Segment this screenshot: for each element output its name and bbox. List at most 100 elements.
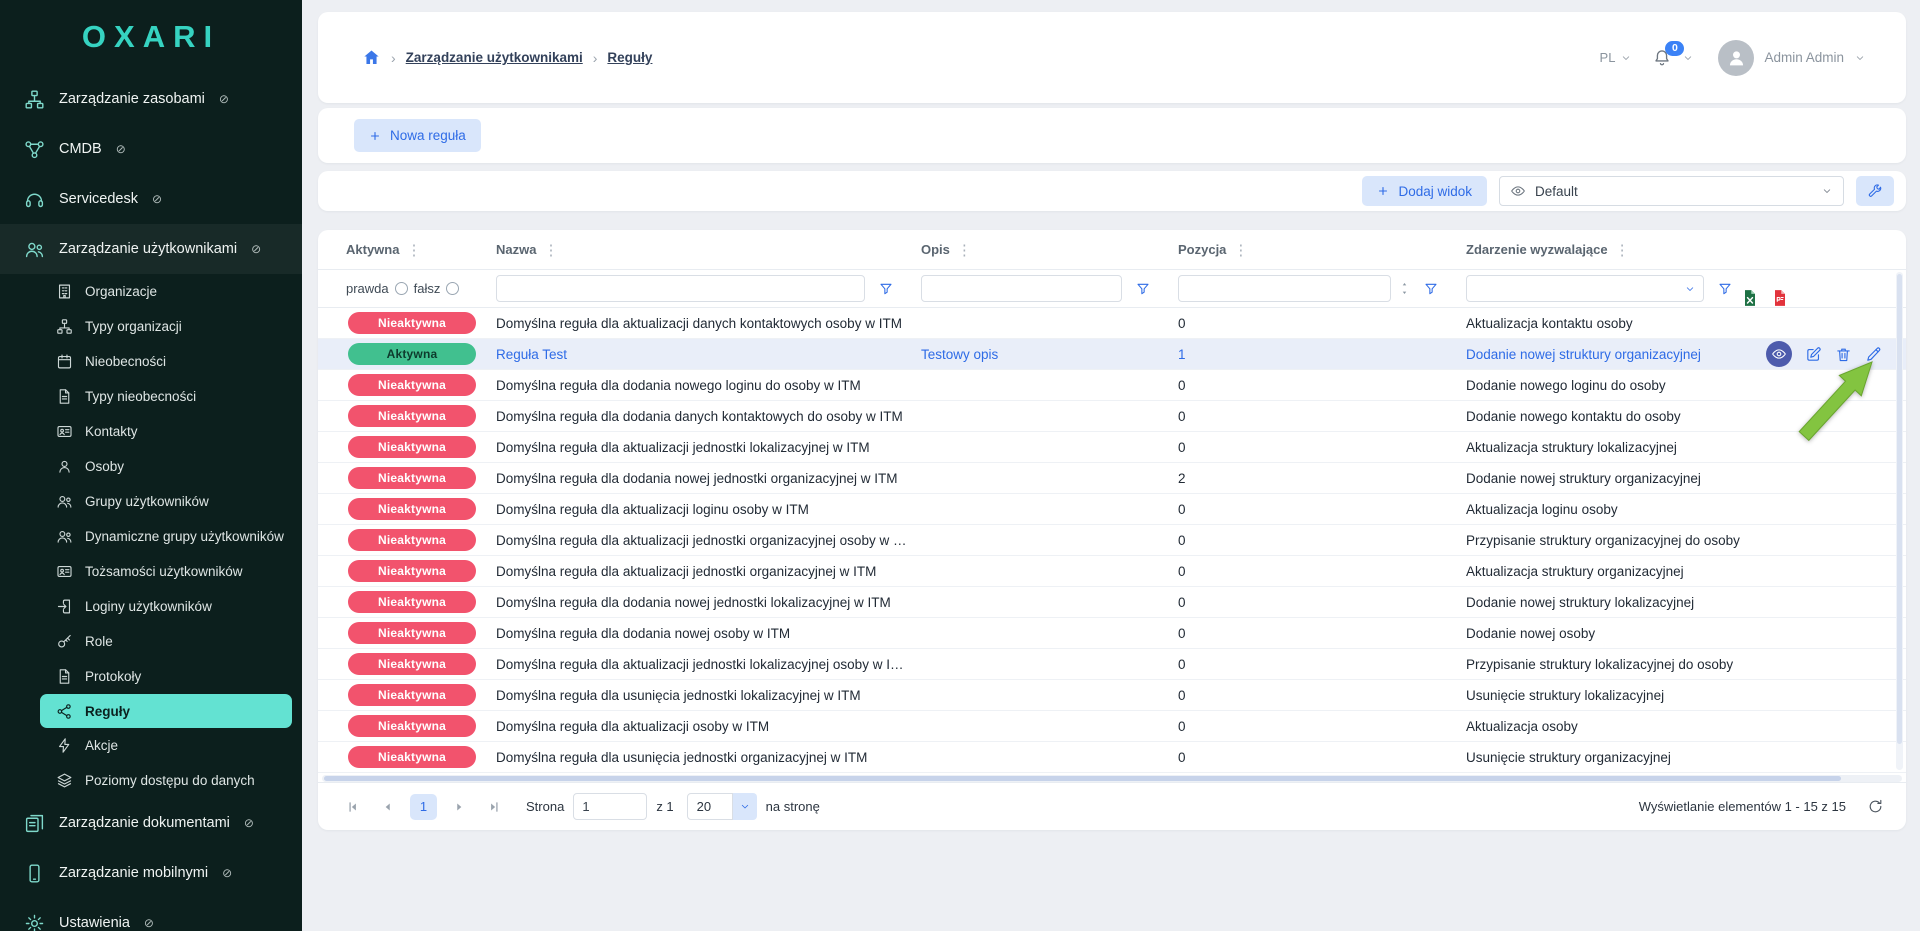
sidebar-item-zarzadzanie-mobilnymi[interactable]: Zarządzanie mobilnymi⊘: [0, 848, 302, 898]
preview-button[interactable]: [1766, 341, 1792, 367]
view-selector[interactable]: Default: [1499, 176, 1844, 206]
sidebar-item-cmdb[interactable]: CMDB⊘: [0, 124, 302, 174]
table-row[interactable]: NieaktywnaDomyślna reguła dla aktualizac…: [318, 556, 1906, 587]
table-row[interactable]: NieaktywnaDomyślna reguła dla usunięcia …: [318, 680, 1906, 711]
avatar[interactable]: [1718, 40, 1754, 76]
sidebar-subitem-nieobecnosci[interactable]: Nieobecności: [0, 344, 302, 379]
filter-input-pozycja[interactable]: [1178, 275, 1391, 302]
cell-trigger: Aktualizacja osoby: [1466, 719, 1886, 734]
rules-table-card: Aktywna⋮Nazwa⋮Opis⋮Pozycja⋮Zdarzenie wyz…: [318, 230, 1906, 830]
sidebar-subitem-typy-organizacji[interactable]: Typy organizacji: [0, 309, 302, 344]
new-rule-button[interactable]: Nowa reguła: [354, 119, 481, 152]
refresh-button[interactable]: [1867, 798, 1884, 815]
vertical-scrollbar[interactable]: [1896, 272, 1903, 770]
export-pdf-button[interactable]: [1770, 286, 1790, 310]
chevron-down-icon: [1684, 283, 1696, 295]
table-row[interactable]: NieaktywnaDomyślna reguła dla aktualizac…: [318, 711, 1906, 742]
home-icon[interactable]: [362, 48, 381, 67]
column-menu-icon[interactable]: ⋮: [1615, 241, 1630, 259]
sidebar-subitem-tozsamosci-uzytkownikow[interactable]: Tożsamości użytkowników: [0, 554, 302, 589]
export-excel-button[interactable]: [1740, 286, 1760, 310]
first-page-button[interactable]: [340, 794, 366, 820]
sidebar-item-zarzadzanie-dokumentami[interactable]: Zarządzanie dokumentami⊘: [0, 798, 302, 848]
table-row[interactable]: NieaktywnaDomyślna reguła dla aktualizac…: [318, 494, 1906, 525]
add-view-button[interactable]: Dodaj widok: [1362, 176, 1487, 206]
action-bar: Nowa reguła: [318, 108, 1906, 163]
number-stepper[interactable]: [1399, 281, 1410, 296]
add-view-label: Dodaj widok: [1398, 184, 1472, 199]
edit-button[interactable]: [1805, 346, 1822, 363]
cell-active: Nieaktywna: [346, 653, 496, 675]
notifications-button[interactable]: 0: [1652, 48, 1672, 68]
column-menu-icon[interactable]: ⋮: [543, 241, 558, 259]
sidebar-item-servicedesk[interactable]: Servicedesk⊘: [0, 174, 302, 224]
sidebar-subitem-role[interactable]: Role: [0, 624, 302, 659]
sidebar-item-ustawienia[interactable]: Ustawienia⊘: [0, 898, 302, 931]
sidebar-subitem-protokoly[interactable]: Protokoły: [0, 659, 302, 694]
table-row[interactable]: NieaktywnaDomyślna reguła dla aktualizac…: [318, 525, 1906, 556]
table-row[interactable]: NieaktywnaDomyślna reguła dla aktualizac…: [318, 308, 1906, 339]
breadcrumb-link-rules[interactable]: Reguły: [607, 50, 652, 65]
table-row[interactable]: NieaktywnaDomyślna reguła dla aktualizac…: [318, 649, 1906, 680]
cell-active: Aktywna: [346, 343, 496, 365]
status-badge: Nieaktywna: [348, 746, 476, 768]
sidebar-subitem-poziomy-dostepu-do-danych[interactable]: Poziomy dostępu do danych: [0, 763, 302, 798]
filter-input-nazwa[interactable]: [496, 275, 865, 302]
table-row[interactable]: NieaktywnaDomyślna reguła dla dodania no…: [318, 587, 1906, 618]
sidebar-subitem-osoby[interactable]: Osoby: [0, 449, 302, 484]
sidebar-subitem-organizacje[interactable]: Organizacje: [0, 274, 302, 309]
user-menu-caret-icon[interactable]: [1854, 52, 1866, 64]
breadcrumb-link-users[interactable]: Zarządzanie użytkownikami: [406, 50, 583, 65]
previous-page-button[interactable]: [375, 794, 401, 820]
horizontal-scrollbar[interactable]: [322, 775, 1902, 782]
rule-description[interactable]: Testowy opis: [921, 347, 998, 362]
cell-active: Nieaktywna: [346, 467, 496, 489]
filter-funnel-button[interactable]: [1712, 276, 1738, 302]
current-page-button[interactable]: 1: [410, 794, 437, 820]
sidebar-subitem-loginy-uzytkownikow[interactable]: Loginy użytkowników: [0, 589, 302, 624]
filter-funnel-button[interactable]: [873, 276, 899, 302]
notifications-caret-icon[interactable]: [1682, 52, 1694, 64]
cell-name: Reguła Test: [496, 347, 921, 362]
quick-edit-button[interactable]: [1865, 346, 1882, 363]
sidebar-subitem-reguly[interactable]: Reguły: [40, 694, 292, 728]
rule-position: 0: [1178, 688, 1186, 703]
table-row[interactable]: NieaktywnaDomyślna reguła dla aktualizac…: [318, 432, 1906, 463]
table-row[interactable]: NieaktywnaDomyślna reguła dla usunięcia …: [318, 742, 1906, 773]
sidebar-item-zarzadzanie-uzytkownikami[interactable]: Zarządzanie użytkownikami⊘: [0, 224, 302, 274]
table-row[interactable]: AktywnaReguła TestTestowy opis1Dodanie n…: [318, 339, 1906, 370]
table-row[interactable]: NieaktywnaDomyślna reguła dla dodania da…: [318, 401, 1906, 432]
sidebar: OXARI Zarządzanie zasobami⊘CMDB⊘Serviced…: [0, 0, 302, 931]
page-size-selector[interactable]: 20: [687, 793, 757, 820]
radio-true[interactable]: [395, 282, 408, 295]
filter-funnel-button[interactable]: [1130, 276, 1156, 302]
table-row[interactable]: NieaktywnaDomyślna reguła dla dodania no…: [318, 618, 1906, 649]
sidebar-subitem-typy-nieobecnosci[interactable]: Typy nieobecności: [0, 379, 302, 414]
language-selector[interactable]: PL: [1600, 50, 1633, 65]
page-input[interactable]: [573, 793, 647, 820]
delete-button[interactable]: [1835, 346, 1852, 363]
column-menu-icon[interactable]: ⋮: [957, 241, 972, 259]
column-menu-icon[interactable]: ⋮: [1233, 241, 1248, 259]
filter-select-zdarzenie-wyzwalajace[interactable]: [1466, 275, 1704, 302]
cell-trigger: Aktualizacja struktury lokalizacyjnej: [1466, 440, 1886, 455]
items-summary: Wyświetlanie elementów 1 - 15 z 15: [1639, 799, 1846, 814]
sidebar-item-zarzadzanie-zasobami[interactable]: Zarządzanie zasobami⊘: [0, 74, 302, 124]
scrollbar-thumb[interactable]: [324, 776, 1841, 781]
last-page-button[interactable]: [481, 794, 507, 820]
page-size-caret-icon[interactable]: [733, 793, 757, 820]
column-menu-icon[interactable]: ⋮: [406, 241, 421, 259]
sidebar-subitem-akcje[interactable]: Akcje: [0, 728, 302, 763]
radio-false[interactable]: [446, 282, 459, 295]
sidebar-subitem-dynamiczne-grupy-uzytkownikow[interactable]: Dynamiczne grupy użytkowników: [0, 519, 302, 554]
table-row[interactable]: NieaktywnaDomyślna reguła dla dodania no…: [318, 370, 1906, 401]
sidebar-subitem-grupy-uzytkownikow[interactable]: Grupy użytkowników: [0, 484, 302, 519]
filter-input-opis[interactable]: [921, 275, 1122, 302]
sidebar-subitem-kontakty[interactable]: Kontakty: [0, 414, 302, 449]
top-bar: › Zarządzanie użytkownikami › Reguły PL …: [318, 12, 1906, 103]
rule-name[interactable]: Reguła Test: [496, 347, 567, 362]
next-page-button[interactable]: [446, 794, 472, 820]
filter-funnel-button[interactable]: [1418, 276, 1444, 302]
view-settings-button[interactable]: [1856, 176, 1894, 206]
table-row[interactable]: NieaktywnaDomyślna reguła dla dodania no…: [318, 463, 1906, 494]
